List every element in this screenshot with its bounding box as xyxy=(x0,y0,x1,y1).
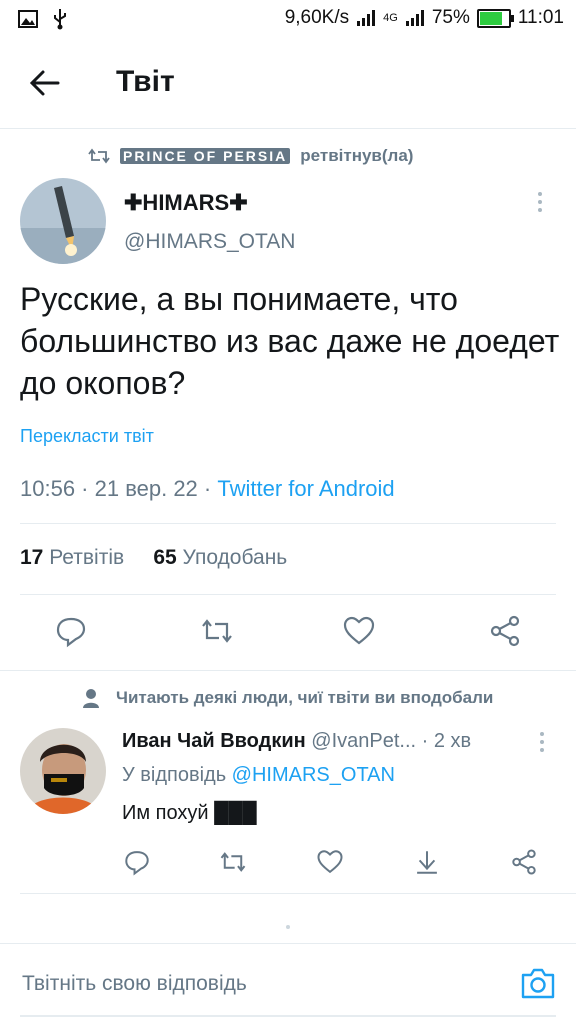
likes-count[interactable]: 65 xyxy=(153,546,176,569)
tweet-text: Русские, а вы понимаете, что большинство… xyxy=(20,281,560,401)
tweet-source[interactable]: Twitter for Android xyxy=(217,476,394,501)
author-avatar[interactable] xyxy=(20,178,106,264)
divider xyxy=(0,670,576,671)
replying-prefix: У відповідь xyxy=(122,764,232,786)
signal-icon xyxy=(357,10,376,26)
page-title: Твіт xyxy=(116,65,175,98)
person-icon xyxy=(83,689,99,708)
more-icon[interactable] xyxy=(538,192,542,212)
divider xyxy=(20,594,556,595)
usb-icon xyxy=(54,9,66,30)
signal-icon-2 xyxy=(405,10,424,26)
divider xyxy=(20,523,556,524)
camera-icon[interactable] xyxy=(520,966,556,1000)
network-type: 4G xyxy=(383,12,398,24)
translate-link[interactable]: Перекласти твіт xyxy=(20,426,154,447)
clock: 11:01 xyxy=(517,7,564,28)
battery-percent: 75% xyxy=(431,7,470,28)
top-bar: Твіт xyxy=(0,38,576,129)
compose-underline xyxy=(20,1015,556,1017)
download-icon[interactable] xyxy=(413,848,441,876)
retweets-label[interactable]: Ретвітів xyxy=(49,546,124,569)
like-icon[interactable] xyxy=(342,614,376,648)
divider xyxy=(0,943,576,944)
author-name[interactable]: ✚HIMARS✚ xyxy=(124,190,248,216)
back-arrow-icon[interactable] xyxy=(28,66,62,100)
reply-age: · 2 хв xyxy=(421,730,472,752)
reply-author-name[interactable]: Иван Чай Вводкин xyxy=(122,730,306,752)
likes-label[interactable]: Уподобань xyxy=(183,546,288,569)
divider xyxy=(20,893,576,894)
tweet-time: 10:56 · 21 вер. 22 · xyxy=(20,476,218,501)
reply-share-icon[interactable] xyxy=(510,848,538,876)
reply-avatar[interactable] xyxy=(20,728,106,814)
battery-icon xyxy=(476,8,514,28)
retweet-action-icon[interactable] xyxy=(200,614,234,648)
retweeter-name[interactable]: PRINCE OF PERSIA xyxy=(120,148,291,164)
reply-compose-input[interactable]: Твітніть свою відповідь xyxy=(22,972,247,996)
status-left xyxy=(18,8,68,30)
retweet-suffix: ретвітнув(ла) xyxy=(300,146,414,165)
author-handle[interactable]: @HIMARS_OTAN xyxy=(124,230,295,254)
status-bar: 9,60K/s 4G 75% 11:01 xyxy=(0,0,576,38)
reply-icon[interactable] xyxy=(54,614,88,648)
tweet-meta: 10:56 · 21 вер. 22 · Twitter for Android xyxy=(20,476,395,502)
reply-like-icon[interactable] xyxy=(316,848,344,876)
reply-reply-icon[interactable] xyxy=(123,848,151,876)
reply-text: Им похуй ███ xyxy=(122,802,257,824)
reply-retweet-icon[interactable] xyxy=(219,848,247,876)
status-right: 9,60K/s 4G 75% 11:01 xyxy=(285,7,564,29)
reply-author-handle[interactable]: @IvanPet... xyxy=(311,730,416,752)
reply-context-text: Читають деякі люди, чиї твіти ви вподоба… xyxy=(116,688,494,707)
reply-header: Иван Чай Вводкин @IvanPet... · 2 хв xyxy=(122,730,522,753)
separator-dot xyxy=(286,925,290,929)
image-icon xyxy=(18,10,38,28)
reply-context: Читають деякі люди, чиї твіти ви вподоба… xyxy=(82,688,493,708)
retweet-icon xyxy=(88,148,110,164)
reply-more-icon[interactable] xyxy=(540,732,544,752)
tweet-stats: 17 Ретвітів 65 Уподобань xyxy=(20,546,287,570)
retweet-context: PRINCE OF PERSIA ретвітнув(ла) xyxy=(88,146,413,166)
replying-to: У відповідь @HIMARS_OTAN xyxy=(122,764,395,787)
share-icon[interactable] xyxy=(488,614,522,648)
replying-handle[interactable]: @HIMARS_OTAN xyxy=(232,764,395,786)
network-speed: 9,60K/s xyxy=(284,7,350,28)
retweets-count[interactable]: 17 xyxy=(20,546,43,569)
